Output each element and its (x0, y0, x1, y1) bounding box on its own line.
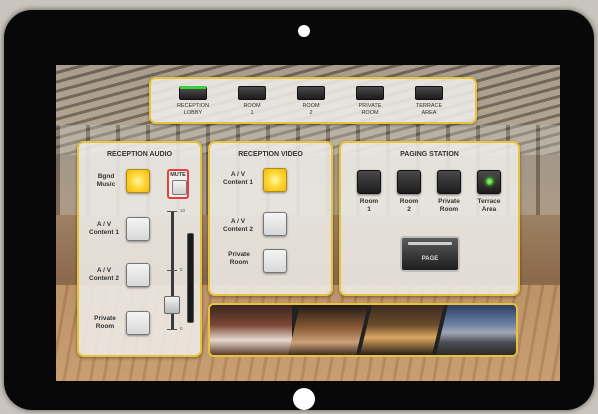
room-button-label: RECEPTION LOBBY (176, 103, 210, 116)
video-source-av-content-2-button[interactable] (263, 212, 287, 236)
dining-room-photo[interactable] (210, 305, 292, 355)
paging-zone-terrace-area-button[interactable] (477, 170, 501, 194)
fader-tick (167, 270, 177, 271)
audio-source-bgnd-music-button[interactable] (126, 169, 150, 193)
audio-source-private-room-button[interactable] (126, 311, 150, 335)
page-button-label: PAGE (421, 256, 439, 262)
mute-button[interactable] (172, 180, 187, 195)
fader-scale-mid: 5 (180, 267, 183, 272)
page-button-bar (408, 242, 452, 245)
terrace-view-photo[interactable] (436, 305, 516, 355)
fader-tick (167, 329, 177, 330)
fader-scale-max: 10 (180, 208, 186, 213)
room-button-label: TERRACE AREA (415, 103, 443, 116)
mute-control: MUTE (167, 169, 189, 199)
video-source-label: A / V Content 2 (223, 218, 253, 233)
reception-video-panel: RECEPTION VIDEO A / V Content 1 A / V Co… (208, 141, 333, 296)
bar-photo[interactable] (360, 305, 444, 355)
audio-source-label: Private Room (94, 315, 116, 330)
paging-zone-room-2-button[interactable] (397, 170, 421, 194)
audio-source-av-content-1-button[interactable] (126, 217, 150, 241)
photo-strip (208, 303, 518, 357)
room-button-label: ROOM 2 (302, 103, 320, 116)
video-source-label: A / V Content 1 (223, 171, 253, 186)
fader-tick (167, 211, 177, 212)
video-source-av-content-1-button[interactable] (263, 168, 287, 192)
room-button-label: PRIVATE ROOM (358, 103, 382, 116)
camera-icon (298, 25, 310, 37)
paging-station-title: PAGING STATION (400, 151, 459, 158)
paging-zone-room-1-button[interactable] (357, 170, 381, 194)
active-led-icon (486, 178, 493, 185)
home-button[interactable] (293, 388, 315, 410)
paging-zone-label: Terrace Area (477, 198, 501, 213)
page-button[interactable]: PAGE (400, 236, 460, 272)
level-meter (187, 233, 194, 323)
room-button-room-2[interactable] (297, 86, 325, 100)
paging-zone-label: Room 1 (359, 198, 379, 213)
room-button-private-room[interactable] (356, 86, 384, 100)
room-button-terrace-area[interactable] (415, 86, 443, 100)
video-source-label: Private Room (228, 251, 250, 266)
paging-zone-label: Private Room (438, 198, 460, 213)
mute-label: MUTE (170, 172, 186, 178)
audio-source-av-content-2-button[interactable] (126, 263, 150, 287)
paging-station-panel: PAGING STATION Room 1 Room 2 Private Roo… (339, 141, 520, 296)
volume-fader-knob[interactable] (164, 296, 180, 315)
audio-source-label: A / V Content 1 (89, 221, 119, 236)
paging-zone-private-room-button[interactable] (437, 170, 461, 194)
video-source-private-room-button[interactable] (263, 249, 287, 273)
fader-scale-min: 0 (180, 326, 183, 331)
room-button-reception-lobby[interactable] (179, 86, 207, 100)
reception-video-title: RECEPTION VIDEO (238, 151, 303, 158)
tablet-frame: RECEPTION LOBBY ROOM 1 ROOM 2 PRIVATE RO… (4, 10, 594, 410)
reception-audio-panel: RECEPTION AUDIO Bgnd Music MUTE A / V Co… (77, 141, 202, 357)
room-button-room-1[interactable] (238, 86, 266, 100)
reception-audio-title: RECEPTION AUDIO (106, 151, 173, 158)
touch-screen: RECEPTION LOBBY ROOM 1 ROOM 2 PRIVATE RO… (56, 65, 560, 381)
audio-source-label: A / V Content 2 (89, 267, 119, 282)
restaurant-photo[interactable] (288, 305, 368, 355)
room-selector-bar: RECEPTION LOBBY ROOM 1 ROOM 2 PRIVATE RO… (149, 77, 477, 124)
paging-zone-label: Room 2 (399, 198, 419, 213)
audio-source-label: Bgnd Music (96, 173, 116, 188)
room-button-label: ROOM 1 (243, 103, 261, 116)
